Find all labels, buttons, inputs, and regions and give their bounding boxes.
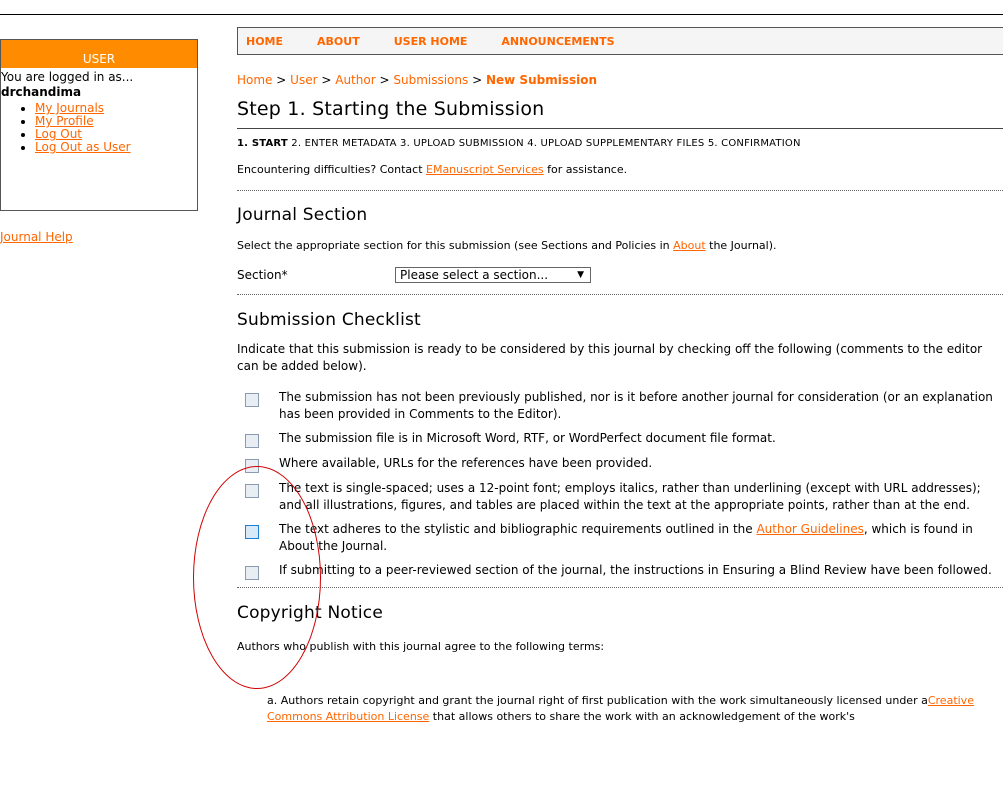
top-nav: HOME ABOUT USER HOME ANNOUNCEMENTS <box>237 27 1003 55</box>
my-journals-link[interactable]: My Journals <box>35 101 104 115</box>
section-select-value: Please select a section... <box>400 268 549 282</box>
main-content: HOME ABOUT USER HOME ANNOUNCEMENTS Home … <box>237 27 1003 725</box>
user-box: USER You are logged in as... drchandima … <box>0 39 198 211</box>
journal-help-link[interactable]: Journal Help <box>0 230 73 244</box>
logged-in-label: You are logged in as... <box>1 70 134 84</box>
checklist-checkbox-2[interactable] <box>245 434 259 448</box>
about-link[interactable]: About <box>673 239 706 252</box>
user-box-header: USER <box>1 40 197 68</box>
checklist-item: The submission file is in Microsoft Word… <box>237 430 1003 448</box>
nav-announcements[interactable]: ANNOUNCEMENTS <box>501 35 614 48</box>
title-divider <box>237 128 1003 129</box>
emanuscript-services-link[interactable]: EManuscript Services <box>426 163 544 176</box>
section-divider <box>237 190 1003 191</box>
section-divider <box>237 294 1003 295</box>
checklist-item: The text is single-spaced; uses a 12-poi… <box>237 480 1003 514</box>
step-indicator: 1. START 2. ENTER METADATA 3. UPLOAD SUB… <box>237 138 1003 149</box>
author-guidelines-link[interactable]: Author Guidelines <box>756 522 863 536</box>
checklist-heading: Submission Checklist <box>237 310 421 330</box>
user-links: My Journals My Profile Log Out Log Out a… <box>1 102 197 154</box>
checklist-item: If submitting to a peer-reviewed section… <box>237 562 1003 580</box>
section-field-row: Section* Please select a section... ▼ <box>237 267 1003 283</box>
breadcrumb-submissions[interactable]: Submissions <box>393 73 468 87</box>
journal-section-heading: Journal Section <box>237 205 368 225</box>
copyright-term-a: a. Authors retain copyright and grant th… <box>267 693 1003 725</box>
current-step: 1. START <box>237 138 288 149</box>
list-item: Log Out as User <box>35 141 197 154</box>
top-rule <box>0 14 1003 15</box>
my-profile-link[interactable]: My Profile <box>35 114 94 128</box>
term-text: a. Authors retain copyright and grant th… <box>267 694 928 707</box>
remaining-steps: 2. ENTER METADATA 3. UPLOAD SUBMISSION 4… <box>291 138 801 149</box>
checklist: The submission has not been previously p… <box>237 389 1003 580</box>
breadcrumb-current[interactable]: New Submission <box>486 73 597 87</box>
breadcrumb-user[interactable]: User <box>290 73 317 87</box>
breadcrumb-separator: > <box>276 73 287 87</box>
log-out-link[interactable]: Log Out <box>35 127 82 141</box>
term-text-after: that allows others to share the work wit… <box>429 710 855 723</box>
intro-text-after: the Journal). <box>705 239 777 252</box>
checklist-item-text: Where available, URLs for the references… <box>279 456 653 470</box>
sidebar: USER You are logged in as... drchandima … <box>0 39 198 244</box>
checklist-checkbox-1[interactable] <box>245 393 259 407</box>
section-select[interactable]: Please select a section... ▼ <box>395 267 591 283</box>
breadcrumb: Home > User > Author > Submissions > New… <box>237 73 1003 87</box>
dropdown-arrow-icon: ▼ <box>577 270 584 280</box>
breadcrumb-separator: > <box>472 73 483 87</box>
annotation-circle <box>193 466 321 689</box>
nav-about[interactable]: ABOUT <box>317 35 360 48</box>
checklist-item-text: The submission file is in Microsoft Word… <box>279 431 776 445</box>
breadcrumb-separator: > <box>321 73 332 87</box>
checklist-item: The submission has not been previously p… <box>237 389 1003 423</box>
checklist-intro: Indicate that this submission is ready t… <box>237 342 983 373</box>
intro-text: Select the appropriate section for this … <box>237 239 674 252</box>
nav-home[interactable]: HOME <box>246 35 283 48</box>
difficulty-text: Encountering difficulties? Contact <box>237 163 426 176</box>
item-text: The text adheres to the stylistic and bi… <box>279 522 757 536</box>
section-label: Section* <box>237 268 288 282</box>
difficulty-text-after: for assistance. <box>543 163 628 176</box>
copyright-heading: Copyright Notice <box>237 603 383 623</box>
difficulty-notice: Encountering difficulties? Contact EManu… <box>237 163 1003 176</box>
breadcrumb-separator: > <box>379 73 390 87</box>
log-out-as-user-link[interactable]: Log Out as User <box>35 140 131 154</box>
checklist-item-text: The text adheres to the stylistic and bi… <box>279 521 1003 555</box>
nav-user-home[interactable]: USER HOME <box>394 35 468 48</box>
page-title: Step 1. Starting the Submission <box>237 98 545 120</box>
section-divider <box>237 587 1003 588</box>
checklist-item: Where available, URLs for the references… <box>237 455 1003 473</box>
checklist-item-text: If submitting to a peer-reviewed section… <box>279 563 992 577</box>
breadcrumb-home[interactable]: Home <box>237 73 272 87</box>
username: drchandima <box>1 85 82 99</box>
breadcrumb-author[interactable]: Author <box>335 73 375 87</box>
journal-section-intro: Select the appropriate section for this … <box>237 239 1003 252</box>
checklist-item-text: The text is single-spaced; uses a 12-poi… <box>279 481 981 512</box>
copyright-intro: Authors who publish with this journal ag… <box>237 640 605 653</box>
checklist-item-text: The submission has not been previously p… <box>279 390 993 421</box>
checklist-item: The text adheres to the stylistic and bi… <box>237 521 1003 555</box>
